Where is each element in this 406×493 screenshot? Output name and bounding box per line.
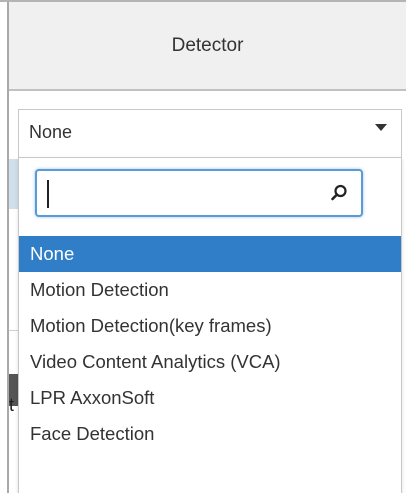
background-row-divider [9,330,18,331]
detector-dropdown: None Motion Detection Motion Detection(key… [18,157,402,493]
chevron-down-icon[interactable] [375,124,387,131]
column-header-title: Detector [171,35,244,56]
detector-select-value: None [29,122,73,142]
background-text-fragment: t [9,395,15,415]
dropdown-option[interactable]: Motion Detection [19,272,401,308]
search-icon [331,184,347,201]
column-header[interactable]: Detector [9,2,406,91]
dropdown-option[interactable]: None [19,236,401,272]
search-input[interactable] [45,177,315,209]
dropdown-option[interactable]: Motion Detection(key frames) [19,308,401,344]
detector-select[interactable]: None [18,109,402,157]
option-list: None Motion Detection Motion Detection(key… [19,236,401,452]
search-field[interactable] [35,169,363,217]
dropdown-option[interactable]: Face Detection [19,416,401,452]
background-row-fragment [9,159,18,209]
screenshot-frame: Detector t None None Motion Detection Moti… [0,0,406,493]
dropdown-option[interactable]: Video Content Analytics (VCA) [19,344,401,380]
dropdown-option[interactable]: LPR AxxonSoft [19,380,401,416]
